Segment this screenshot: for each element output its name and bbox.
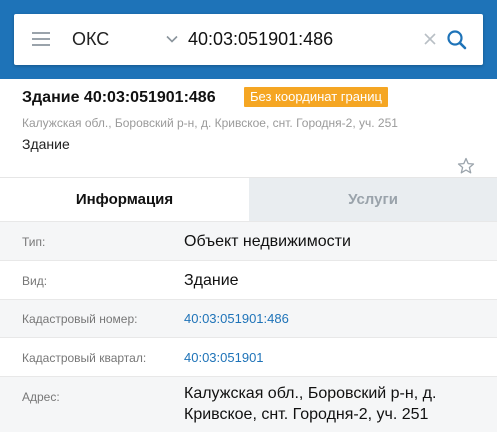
info-label: Вид: xyxy=(22,274,48,288)
clear-icon[interactable] xyxy=(422,31,438,47)
object-type: Здание xyxy=(22,136,70,152)
tab-services[interactable]: Услуги xyxy=(249,178,497,221)
address-line-1: Калужская обл., Боровский р-н, д. xyxy=(184,385,437,402)
tab-bar: Информация Услуги xyxy=(0,178,497,221)
search-input[interactable] xyxy=(188,14,408,65)
info-label: Кадастровый квартал: xyxy=(22,351,147,365)
info-label: Тип: xyxy=(22,235,46,249)
star-icon[interactable] xyxy=(457,157,475,175)
status-badge: Без координат границ xyxy=(244,87,388,107)
top-bar: ОКС xyxy=(0,0,497,79)
object-type-select[interactable]: ОКС xyxy=(72,14,178,65)
search-icon[interactable] xyxy=(446,29,468,51)
info-row-cadastral-number: Кадастровый номер: 40:03:051901:486 xyxy=(0,299,497,337)
address-line-2: Кривское, снт. Городня-2, уч. 251 xyxy=(184,406,429,423)
search-box: ОКС xyxy=(14,14,483,65)
cadastral-number-link[interactable]: 40:03:051901:486 xyxy=(184,311,289,326)
info-label: Адрес: xyxy=(22,390,60,404)
info-value: Объект недвижимости xyxy=(184,233,351,250)
object-title: Здание 40:03:051901:486 xyxy=(22,89,216,106)
info-row-kind: Вид: Здание xyxy=(0,260,497,299)
info-value: Здание xyxy=(184,272,239,289)
object-type-label: ОКС xyxy=(72,29,110,49)
tab-information[interactable]: Информация xyxy=(0,178,249,221)
cadastral-quarter-link[interactable]: 40:03:051901 xyxy=(184,350,264,365)
info-label: Кадастровый номер: xyxy=(22,312,138,326)
object-card-header: Здание 40:03:051901:486 Без координат гр… xyxy=(0,79,497,178)
chevron-down-icon xyxy=(166,35,178,43)
info-row-type: Тип: Объект недвижимости xyxy=(0,221,497,260)
info-row-address: Адрес: Калужская обл., Боровский р-н, д.… xyxy=(0,376,497,432)
info-row-cadastral-quarter: Кадастровый квартал: 40:03:051901 xyxy=(0,337,497,376)
menu-icon[interactable] xyxy=(32,32,50,46)
object-address: Калужская обл., Боровский р-н, д. Кривск… xyxy=(22,116,398,130)
